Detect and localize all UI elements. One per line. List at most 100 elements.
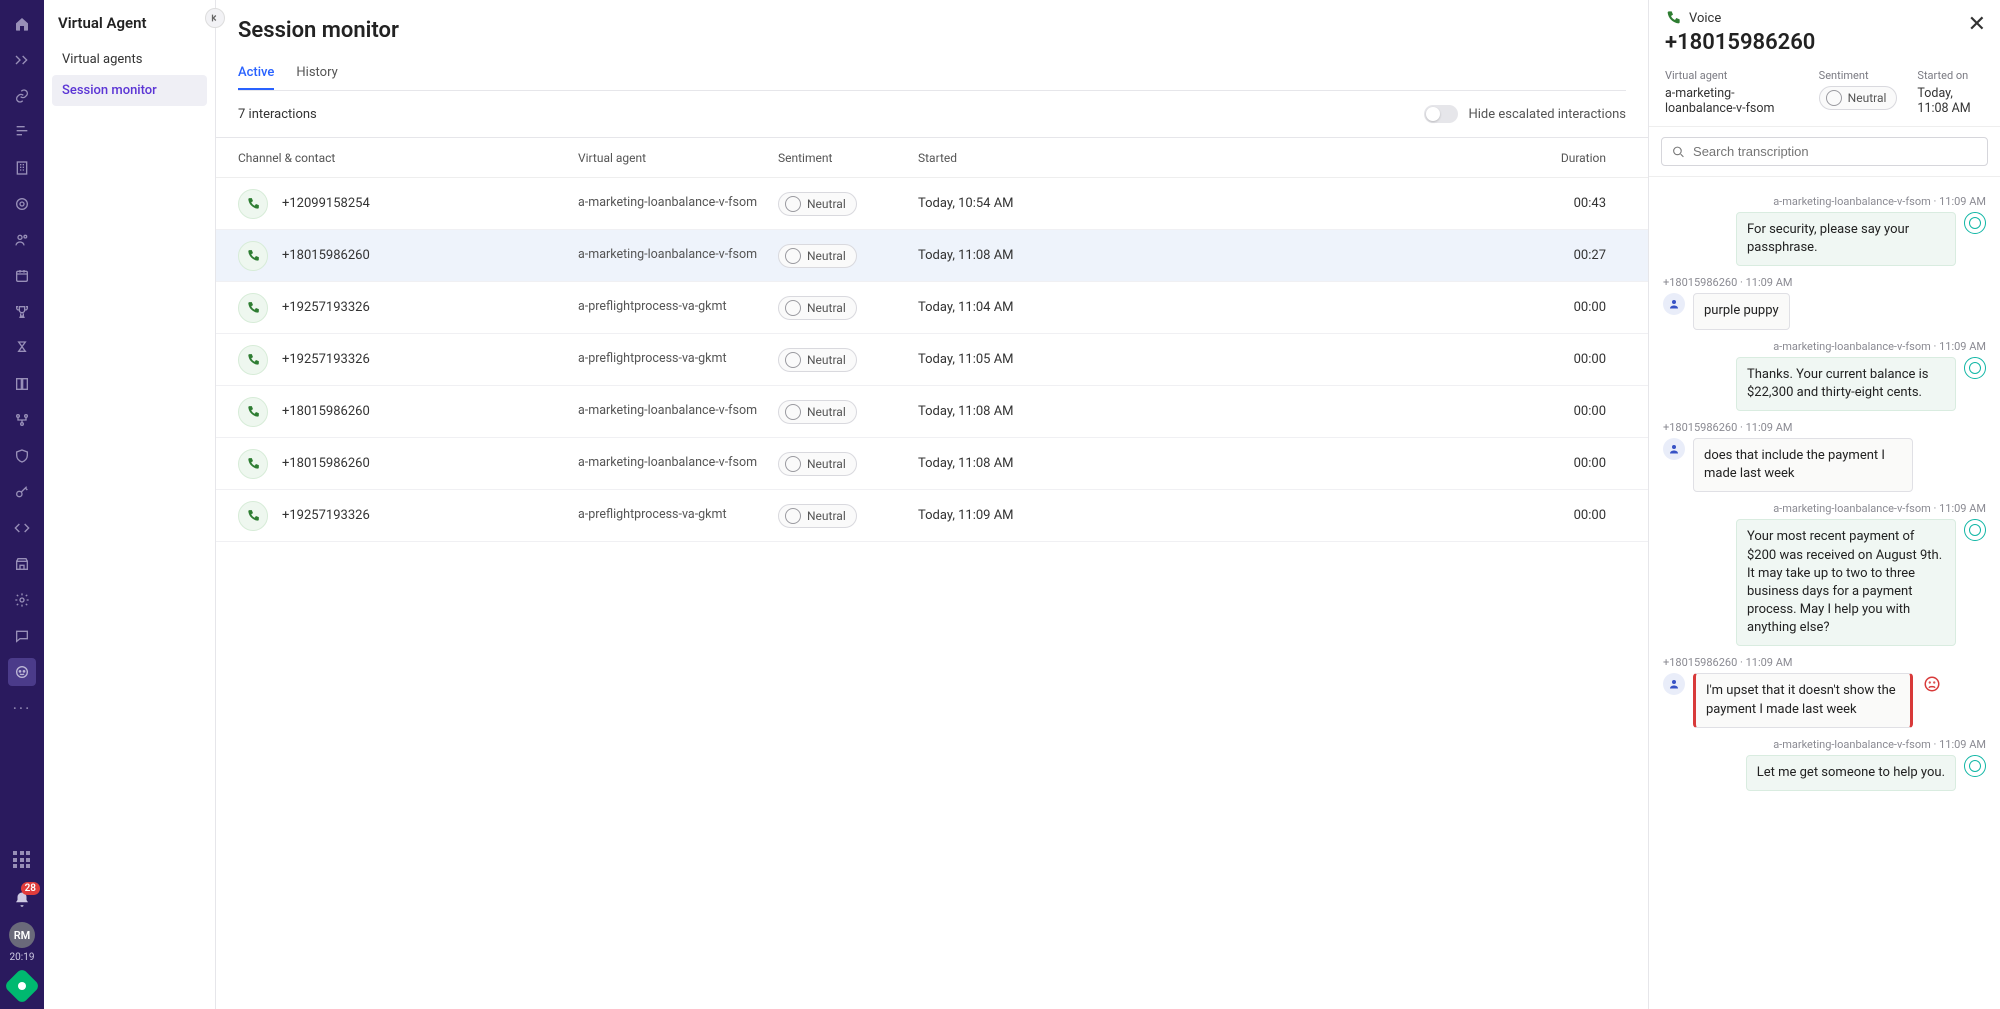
sentiment-neutral-icon [1964,357,1986,379]
neutral-face-icon [785,404,801,420]
message-row: Let me get someone to help you. [1663,755,1986,791]
meta-sentiment-text: Neutral [1848,91,1887,105]
user-avatar-icon [1663,293,1685,315]
nav-more-icon[interactable]: ··· [8,694,36,722]
nav-shield-icon[interactable] [8,442,36,470]
nav-users-icon[interactable] [8,226,36,254]
nav-rail: ··· 28 RM 20:19 [0,0,44,1009]
search-transcription-input[interactable] [1693,144,1977,159]
sentiment-pill: Neutral [778,400,857,424]
message-meta: a-marketing-loanbalance-v-fsom · 11:09 A… [1663,738,1986,751]
started-value: Today, 11:08 AM [918,404,1118,419]
table-row[interactable]: +18015986260 a-marketing-loanbalance-v-fs… [216,230,1648,282]
phone-icon [238,449,268,479]
message-group: +18015986260 · 11:09 AMpurple puppy [1663,276,1986,329]
tabs: Active History [238,57,1626,91]
sentiment-pill: Neutral [778,348,857,372]
nav-trophy-icon[interactable] [8,298,36,326]
sentiment-pill: Neutral [778,452,857,476]
user-avatar-icon [1663,673,1685,695]
contact-number: +19257193326 [282,300,370,315]
message-row: For security, please say your passphrase… [1663,212,1986,266]
virtual-agent-name: a-marketing-loanbalance-v-fsom [578,403,778,420]
duration-value: 00:43 [1118,196,1626,211]
col-sentiment: Sentiment [778,151,918,165]
table-row[interactable]: +19257193326a-preflightprocess-va-gkmtNe… [216,490,1648,542]
user-avatar-icon [1663,438,1685,460]
table-row[interactable]: +18015986260a-marketing-loanbalance-v-fs… [216,386,1648,438]
message-bubble: For security, please say your passphrase… [1736,212,1956,266]
collapse-panel-button[interactable] [205,8,225,28]
meta-sentiment-pill: Neutral [1819,86,1898,110]
apps-launcher-icon[interactable] [8,846,36,874]
virtual-agent-name: a-preflightprocess-va-gkmt [578,299,778,316]
notifications-button[interactable]: 28 [8,886,36,914]
meta-va-value: a-marketing-loanbalance-v-fsom [1665,86,1799,116]
contact-number: +19257193326 [282,352,370,367]
rail-clock: 20:19 [10,952,35,963]
nav-code-icon[interactable] [8,514,36,542]
detail-contact: +18015986260 [1665,30,1986,55]
nav-flow-icon[interactable] [8,406,36,434]
sentiment-pill: Neutral [778,504,857,528]
tab[interactable]: Active [238,57,274,90]
duration-value: 00:00 [1118,300,1626,315]
side-panel-title: Virtual Agent [52,10,207,44]
virtual-agent-name: a-marketing-loanbalance-v-fsom [578,247,778,264]
sentiment-neutral-icon [1964,519,1986,541]
message-group: a-marketing-loanbalance-v-fsom · 11:09 A… [1663,502,1986,646]
status-diamond-button[interactable] [4,968,41,1005]
nav-link-icon[interactable] [8,82,36,110]
nav-hourglass-icon[interactable] [8,334,36,362]
col-duration: Duration [1118,151,1626,165]
meta-started-label: Started on [1917,69,1986,82]
nav-calendar-icon[interactable] [8,262,36,290]
message-row: I'm upset that it doesn't show the payme… [1663,673,1986,727]
table-body: +12099158254a-marketing-loanbalance-v-fs… [216,178,1648,542]
side-panel: Virtual Agent Virtual agentsSession moni… [44,0,216,1009]
col-channel: Channel & contact [238,151,578,165]
table-row[interactable]: +19257193326a-preflightprocess-va-gkmtNe… [216,282,1648,334]
hide-escalated-toggle[interactable] [1424,105,1458,123]
nav-storefront-icon[interactable] [8,550,36,578]
message-row: does that include the payment I made las… [1663,438,1986,492]
nav-book-icon[interactable] [8,370,36,398]
neutral-face-icon [785,508,801,524]
table-row[interactable]: +12099158254a-marketing-loanbalance-v-fs… [216,178,1648,230]
duration-value: 00:27 [1118,248,1626,263]
user-avatar[interactable]: RM [9,922,35,948]
phone-icon [238,397,268,427]
phone-icon [238,501,268,531]
sidebar-item[interactable]: Virtual agents [52,44,207,75]
phone-icon [238,189,268,219]
neutral-face-icon [1826,90,1842,106]
message-group: +18015986260 · 11:09 AM I'm upset that it… [1663,656,1986,727]
nav-gear-icon[interactable] [8,586,36,614]
nav-hierarchy-icon[interactable] [8,118,36,146]
contact-number: +18015986260 [282,248,370,263]
duration-value: 00:00 [1118,508,1626,523]
voice-channel-icon [1665,10,1681,26]
duration-value: 00:00 [1118,352,1626,367]
col-started: Started [918,151,1118,165]
tab[interactable]: History [296,57,337,90]
table-row[interactable]: +18015986260a-marketing-loanbalance-v-fs… [216,438,1648,490]
nav-zigzag-icon[interactable] [8,46,36,74]
message-bubble: purple puppy [1693,293,1790,329]
message-meta: +18015986260 · 11:09 AM [1663,656,1986,669]
interaction-count: 7 interactions [238,107,317,122]
nav-target-icon[interactable] [8,190,36,218]
neutral-face-icon [785,300,801,316]
sidebar-item[interactable]: Session monitor [52,75,207,106]
duration-value: 00:00 [1118,456,1626,471]
virtual-agent-name: a-marketing-loanbalance-v-fsom [578,195,778,212]
close-detail-button[interactable]: ✕ [1968,14,1986,36]
nav-key-icon[interactable] [8,478,36,506]
nav-chat-icon[interactable] [8,622,36,650]
table-row[interactable]: +19257193326a-preflightprocess-va-gkmtNe… [216,334,1648,386]
search-transcription[interactable] [1661,137,1988,166]
message-bubble: Let me get someone to help you. [1746,755,1956,791]
nav-home-icon[interactable] [8,10,36,38]
nav-virtual-agent-icon[interactable] [8,658,36,686]
nav-building-icon[interactable] [8,154,36,182]
